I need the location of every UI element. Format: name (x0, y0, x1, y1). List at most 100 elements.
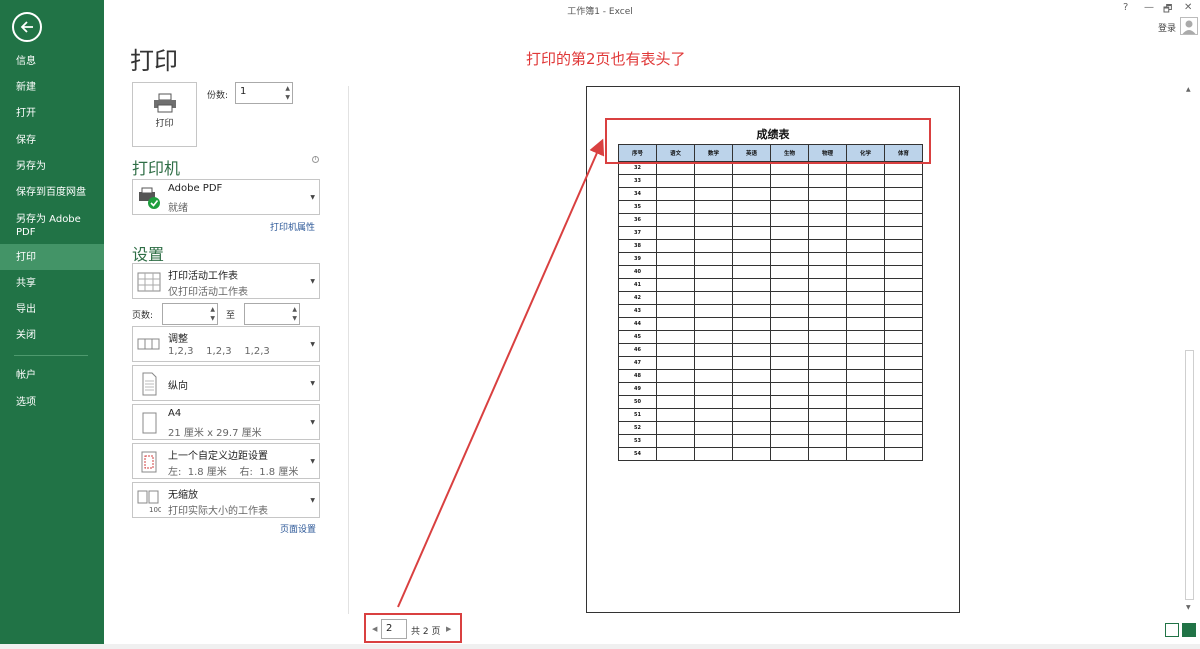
table-cell (770, 408, 809, 422)
paper-size-dropdown[interactable]: A4 21 厘米 x 29.7 厘米 ▼ (132, 404, 320, 440)
table-cell (808, 278, 847, 292)
show-margins-icon[interactable] (1165, 623, 1179, 637)
nav-share[interactable]: 共享 (0, 277, 104, 290)
previous-page-icon[interactable]: ◀ (372, 625, 377, 633)
header-highlight-box (605, 118, 931, 164)
spin-up-icon[interactable]: ▲ (292, 307, 297, 313)
table-cell (656, 252, 695, 266)
nav-account[interactable]: 帐户 (0, 369, 104, 382)
close-button[interactable]: ✕ (1184, 2, 1192, 13)
next-page-icon[interactable]: ▶ (446, 625, 451, 633)
table-cell (732, 317, 771, 331)
no-scaling-icon: 100 (137, 490, 161, 513)
table-cell (846, 213, 885, 227)
nav-export[interactable]: 导出 (0, 303, 104, 316)
table-row: 40 (618, 265, 923, 279)
nav-save-as[interactable]: 另存为 (0, 160, 104, 173)
orientation-dropdown[interactable]: 纵向 ▼ (132, 365, 320, 401)
info-icon[interactable]: i (312, 156, 319, 163)
zoom-to-page-icon[interactable] (1182, 623, 1196, 637)
scrollbar-thumb[interactable] (1185, 350, 1194, 600)
table-cell (694, 174, 733, 188)
row-number-cell: 49 (618, 382, 657, 396)
nav-new[interactable]: 新建 (0, 81, 104, 94)
minimize-button[interactable]: — (1144, 2, 1154, 13)
table-cell (884, 226, 923, 240)
excel-backstage-print: 信息 新建 打开 保存 另存为 保存到百度网盘 另存为 Adobe PDF 打印… (0, 0, 1200, 649)
back-button[interactable] (12, 12, 42, 42)
print-button[interactable]: 打印 (132, 82, 197, 147)
current-page-input[interactable]: 2 (381, 619, 407, 639)
scroll-up-icon[interactable]: ▲ (1186, 86, 1191, 93)
table-cell (656, 343, 695, 357)
scroll-down-icon[interactable]: ▼ (1186, 604, 1191, 611)
table-cell (770, 265, 809, 279)
table-cell (694, 356, 733, 370)
nav-open[interactable]: 打开 (0, 107, 104, 120)
table-cell (884, 369, 923, 383)
table-row: 52 (618, 421, 923, 435)
table-cell (694, 434, 733, 448)
nav-info[interactable]: 信息 (0, 55, 104, 68)
print-scope-dropdown[interactable]: 打印活动工作表 仅打印活动工作表 ▼ (132, 263, 320, 299)
table-cell (656, 330, 695, 344)
nav-print[interactable]: 打印 (0, 244, 104, 270)
table-row: 39 (618, 252, 923, 266)
printer-section-title: 打印机 (132, 159, 181, 178)
table-cell (808, 265, 847, 279)
spin-down-icon[interactable]: ▼ (210, 316, 215, 322)
margins-dropdown[interactable]: 上一个自定义边距设置 左: 1.8 厘米 右: 1.8 厘米 ▼ (132, 443, 320, 479)
nav-divider (14, 355, 88, 356)
spin-down-icon[interactable]: ▼ (285, 95, 290, 101)
nav-options[interactable]: 选项 (0, 396, 104, 409)
spin-up-icon[interactable]: ▲ (285, 86, 290, 92)
nav-save-baidu[interactable]: 保存到百度网盘 (0, 186, 104, 199)
table-cell (884, 200, 923, 214)
help-button[interactable]: ? (1123, 2, 1128, 13)
nav-save-adobe-pdf[interactable]: 另存为 Adobe PDF (0, 213, 104, 239)
collate-dropdown[interactable]: 调整 1,2,3 1,2,3 1,2,3 ▼ (132, 326, 320, 362)
table-cell (732, 200, 771, 214)
table-cell (770, 343, 809, 357)
table-cell (846, 382, 885, 396)
login-link[interactable]: 登录 (1158, 21, 1176, 34)
spin-up-icon[interactable]: ▲ (210, 307, 215, 313)
preview-scrollbar[interactable]: ▲ ▼ (1183, 84, 1197, 616)
printer-properties-link[interactable]: 打印机属性 (270, 220, 315, 233)
table-cell (846, 343, 885, 357)
table-cell (694, 382, 733, 396)
printer-name: Adobe PDF (168, 183, 223, 194)
svg-text:100: 100 (149, 506, 161, 513)
table-cell (884, 408, 923, 422)
printer-dropdown[interactable]: Adobe PDF 就绪 ▼ (132, 179, 320, 215)
status-strip (0, 644, 1200, 649)
table-cell (884, 330, 923, 344)
nav-close[interactable]: 关闭 (0, 329, 104, 342)
table-row: 53 (618, 434, 923, 448)
page-setup-link[interactable]: 页面设置 (280, 522, 316, 535)
table-cell (694, 317, 733, 331)
table-cell (846, 369, 885, 383)
table-cell (694, 252, 733, 266)
table-cell (732, 408, 771, 422)
print-scope-main: 打印活动工作表 (168, 271, 238, 282)
table-cell (808, 434, 847, 448)
user-avatar-icon[interactable] (1180, 17, 1198, 35)
table-row: 36 (618, 213, 923, 227)
pages-to-input[interactable]: ▲ ▼ (244, 303, 300, 325)
scaling-dropdown[interactable]: 100 无缩放 打印实际大小的工作表 ▼ (132, 482, 320, 518)
table-cell (656, 382, 695, 396)
row-number-cell: 42 (618, 291, 657, 305)
row-number-cell: 43 (618, 304, 657, 318)
table-cell (694, 265, 733, 279)
nav-save[interactable]: 保存 (0, 134, 104, 147)
row-number-cell: 54 (618, 447, 657, 461)
spin-down-icon[interactable]: ▼ (292, 316, 297, 322)
pages-from-input[interactable]: ▲ ▼ (162, 303, 218, 325)
table-cell (656, 291, 695, 305)
chevron-down-icon: ▼ (310, 497, 315, 504)
restore-button[interactable]: 🗗 (1163, 2, 1172, 19)
table-cell (770, 304, 809, 318)
copies-input[interactable]: 1 ▲ ▼ (235, 82, 293, 104)
table-cell (694, 421, 733, 435)
